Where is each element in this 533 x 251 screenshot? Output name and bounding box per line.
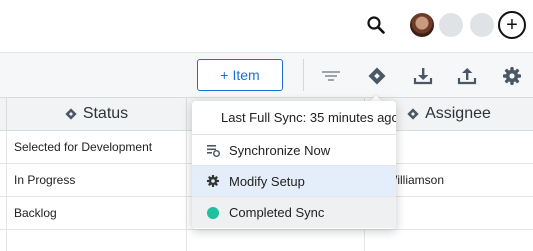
add-item-button[interactable]: + Item [197, 59, 283, 91]
avatar[interactable] [468, 11, 496, 39]
status-cell[interactable]: Selected for Development [7, 131, 187, 164]
app-page: + + Item Status Assignee Selected for De… [0, 0, 533, 251]
table-cell[interactable] [365, 230, 533, 251]
column-header-status[interactable]: Status [7, 98, 187, 131]
toolbar-divider [303, 59, 304, 91]
sync-diamond-icon[interactable] [366, 65, 388, 87]
column-header[interactable] [0, 98, 7, 131]
menu-item-label: Modify Setup [229, 173, 305, 189]
sync-diamond-icon [407, 108, 419, 120]
upload-icon[interactable] [456, 65, 478, 87]
table-cell[interactable] [187, 230, 365, 251]
column-title: Assignee [425, 105, 491, 122]
table-cell[interactable] [0, 230, 7, 251]
modify-setup-item[interactable]: Modify Setup [192, 166, 396, 197]
table-cell[interactable] [7, 230, 187, 251]
status-cell[interactable]: In Progress [7, 164, 187, 197]
gear-icon[interactable] [501, 65, 523, 87]
last-sync-info: Last Full Sync: 35 minutes ago [192, 101, 396, 135]
download-icon[interactable] [412, 65, 434, 87]
sync-dropdown-menu: Last Full Sync: 35 minutes ago Synchroni… [192, 101, 396, 229]
gear-icon [206, 174, 220, 188]
status-cell[interactable]: Backlog [7, 197, 187, 230]
filter-icon[interactable] [320, 65, 342, 87]
column-title: Status [82, 105, 129, 122]
status-dot-icon [206, 206, 220, 220]
table-cell[interactable] [0, 197, 7, 230]
table-cell[interactable] [0, 131, 7, 164]
synchronize-icon [206, 143, 220, 157]
table-cell[interactable] [0, 164, 7, 197]
add-member-button[interactable]: + [498, 11, 526, 39]
completed-sync-item[interactable]: Completed Sync [192, 197, 396, 228]
status-dot [207, 206, 219, 219]
add-item-label: Item [232, 67, 260, 83]
plus-icon: + [220, 67, 229, 83]
search-icon[interactable] [366, 15, 386, 35]
synchronize-now-item[interactable]: Synchronize Now [192, 135, 396, 166]
menu-item-label: Completed Sync [229, 205, 325, 220]
avatar[interactable] [408, 11, 436, 39]
toolbar: + Item [0, 52, 533, 98]
menu-item-label: Synchronize Now [229, 142, 331, 158]
plus-icon: + [506, 14, 518, 36]
top-bar: + [0, 0, 533, 52]
avatar[interactable] [437, 11, 465, 39]
sync-diamond-icon [65, 108, 77, 120]
